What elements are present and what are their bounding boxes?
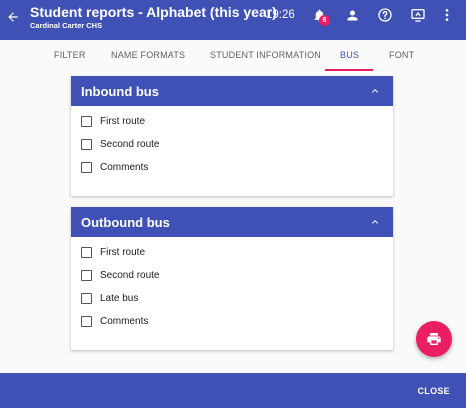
checkbox[interactable] — [81, 162, 92, 173]
chevron-up-icon — [372, 220, 378, 224]
option-label: Second route — [100, 270, 160, 281]
title-block: Student reports - Alphabet (this year) C… — [30, 3, 277, 31]
inbound-bus-title: Inbound bus — [81, 83, 159, 99]
tab-filter[interactable]: FILTER — [54, 50, 86, 60]
checkbox[interactable] — [81, 116, 92, 127]
inbound-first-route-option[interactable]: First route — [71, 110, 393, 133]
inbound-bus-panel: Inbound bus First route Second route Com… — [71, 76, 393, 196]
option-label: Second route — [100, 139, 160, 150]
option-label: Comments — [100, 162, 149, 173]
outbound-second-route-option[interactable]: Second route — [71, 264, 393, 287]
outbound-late-bus-option[interactable]: Late bus — [71, 287, 393, 310]
top-app-bar: Student reports - Alphabet (this year) C… — [0, 0, 466, 40]
outbound-bus-panel: Outbound bus First route Second route La… — [71, 207, 393, 350]
clock: 19:26 — [266, 9, 295, 21]
inbound-second-route-option[interactable]: Second route — [71, 133, 393, 156]
tab-name-formats[interactable]: NAME FORMATS — [111, 50, 185, 60]
tab-bus[interactable]: BUS — [340, 50, 359, 60]
option-label: Late bus — [100, 293, 139, 304]
tab-student-information[interactable]: STUDENT INFORMATION — [210, 50, 321, 60]
option-label: Comments — [100, 316, 149, 327]
close-button[interactable]: CLOSE — [417, 386, 450, 396]
checkbox[interactable] — [81, 316, 92, 327]
outbound-comments-option[interactable]: Comments — [71, 310, 393, 333]
tab-bar: FILTER NAME FORMATS STUDENT INFORMATION … — [0, 40, 466, 72]
checkbox[interactable] — [81, 293, 92, 304]
person-icon[interactable] — [343, 6, 361, 24]
page-title: Student reports - Alphabet (this year) — [30, 4, 277, 20]
active-tab-indicator — [325, 69, 373, 71]
bottom-bar: CLOSE — [0, 373, 466, 408]
checkbox[interactable] — [81, 139, 92, 150]
print-icon — [427, 333, 441, 345]
screen-share-icon[interactable] — [409, 6, 427, 24]
notifications-button[interactable]: 6 — [310, 6, 330, 26]
option-label: First route — [100, 247, 146, 258]
inbound-bus-header[interactable]: Inbound bus — [71, 76, 393, 106]
notification-badge: 6 — [319, 15, 330, 26]
checkbox[interactable] — [81, 247, 92, 258]
tab-font[interactable]: FONT — [389, 50, 414, 60]
checkbox[interactable] — [81, 270, 92, 281]
inbound-comments-option[interactable]: Comments — [71, 156, 393, 179]
print-button[interactable] — [416, 321, 452, 357]
school-name: Cardinal Carter CHS — [30, 21, 103, 30]
help-icon[interactable] — [376, 6, 394, 24]
outbound-first-route-option[interactable]: First route — [71, 241, 393, 264]
chevron-up-icon — [372, 89, 378, 93]
more-vert-icon[interactable] — [438, 6, 456, 24]
outbound-bus-title: Outbound bus — [81, 214, 170, 230]
option-label: First route — [100, 116, 146, 127]
back-arrow-icon[interactable] — [4, 8, 22, 26]
outbound-bus-header[interactable]: Outbound bus — [71, 207, 393, 237]
